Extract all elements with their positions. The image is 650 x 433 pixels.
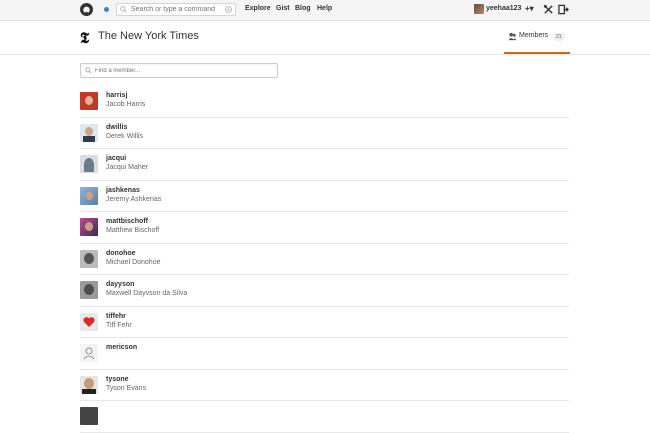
member-fullname: Derek Willis <box>106 132 143 140</box>
member-fullname: Michael Donohoe <box>106 258 161 266</box>
heart-icon <box>83 316 95 327</box>
nav-blog[interactable]: Blog <box>295 5 311 12</box>
avatar[interactable] <box>80 92 98 110</box>
list-item[interactable] <box>80 401 569 433</box>
sign-out-icon[interactable] <box>558 4 569 15</box>
help-circle-icon[interactable] <box>225 6 232 13</box>
member-fullname: Maxwell Dayvson da Silva <box>106 290 188 297</box>
list-item[interactable]: tiffehr Tiff Fehr <box>80 307 569 338</box>
avatar[interactable] <box>80 344 98 362</box>
member-fullname: Matthew Bischoff <box>106 227 160 234</box>
create-new-button[interactable]: +▾ <box>525 4 534 13</box>
org-header: 𝕿 The New York Times Members 21 <box>0 21 650 55</box>
github-logo-icon[interactable] <box>80 3 93 16</box>
search-input[interactable] <box>131 4 227 15</box>
member-login[interactable]: mattbischoff <box>106 218 148 225</box>
member-fullname: Jacob Harris <box>106 101 146 108</box>
sketch-portrait-icon <box>83 347 95 360</box>
search-icon <box>85 67 92 74</box>
member-login[interactable]: harrisj <box>106 92 127 99</box>
list-item[interactable]: dayyson Maxwell Dayvson da Silva <box>80 275 569 307</box>
list-item[interactable]: jashkenas Jeremy Ashkenas <box>80 181 569 212</box>
search-box[interactable] <box>116 3 236 16</box>
tab-members-label: Members <box>519 32 549 39</box>
avatar[interactable] <box>80 249 98 268</box>
avatar[interactable] <box>80 123 98 142</box>
avatar[interactable] <box>80 407 98 425</box>
member-fullname: Tyson Evans <box>106 384 147 392</box>
list-item[interactable]: mericson <box>80 338 569 370</box>
member-fullname: Tiff Fehr <box>106 321 132 329</box>
tab-members[interactable]: Members 21 <box>504 30 570 54</box>
list-item[interactable]: mattbischoff Matthew Bischoff <box>80 212 569 244</box>
avatar[interactable] <box>80 312 98 331</box>
list-item[interactable]: harrisj Jacob Harris <box>80 86 569 118</box>
notification-dot-icon[interactable] <box>104 7 109 12</box>
member-login[interactable]: dayyson <box>106 281 134 288</box>
member-fullname: Jacqui Maher <box>106 164 149 171</box>
list-item[interactable]: tysone Tyson Evans <box>80 370 569 401</box>
nav-explore[interactable]: Explore <box>245 5 271 12</box>
member-login[interactable]: mericson <box>106 344 137 351</box>
member-fullname: Jeremy Ashkenas <box>106 195 162 203</box>
list-item[interactable]: dwillis Derek Willis <box>80 118 569 149</box>
avatar[interactable] <box>80 375 98 394</box>
people-icon <box>508 32 517 41</box>
member-login[interactable]: dwillis <box>106 124 127 131</box>
nav-help[interactable]: Help <box>317 5 332 12</box>
member-login[interactable]: tysone <box>106 376 129 383</box>
members-count-badge: 21 <box>553 33 565 41</box>
filter-input[interactable] <box>95 66 270 75</box>
member-login[interactable]: jashkenas <box>106 187 140 194</box>
settings-tools-icon[interactable] <box>543 4 554 15</box>
member-login[interactable]: jacqui <box>106 155 126 162</box>
list-item[interactable]: donohoe Michael Donohoe <box>80 244 569 275</box>
org-name[interactable]: The New York Times <box>98 30 199 42</box>
member-login[interactable]: tiffehr <box>106 313 126 320</box>
nav-gist[interactable]: Gist <box>276 5 290 12</box>
top-header: Explore Gist Blog Help yeehaa123 +▾ <box>0 0 650 21</box>
member-list: harrisj Jacob Harris dwillis Derek Willi… <box>80 86 569 433</box>
avatar[interactable] <box>80 186 98 205</box>
list-item[interactable]: jacqui Jacqui Maher <box>80 149 569 181</box>
avatar[interactable] <box>474 4 484 14</box>
nyt-logo-icon[interactable]: 𝕿 <box>80 29 89 47</box>
avatar[interactable] <box>80 218 98 236</box>
avatar[interactable] <box>80 155 98 173</box>
member-login[interactable]: donohoe <box>106 250 136 257</box>
avatar[interactable] <box>80 281 98 299</box>
member-filter[interactable] <box>80 63 278 78</box>
username[interactable]: yeehaa123 <box>486 5 521 12</box>
search-icon <box>120 6 127 13</box>
